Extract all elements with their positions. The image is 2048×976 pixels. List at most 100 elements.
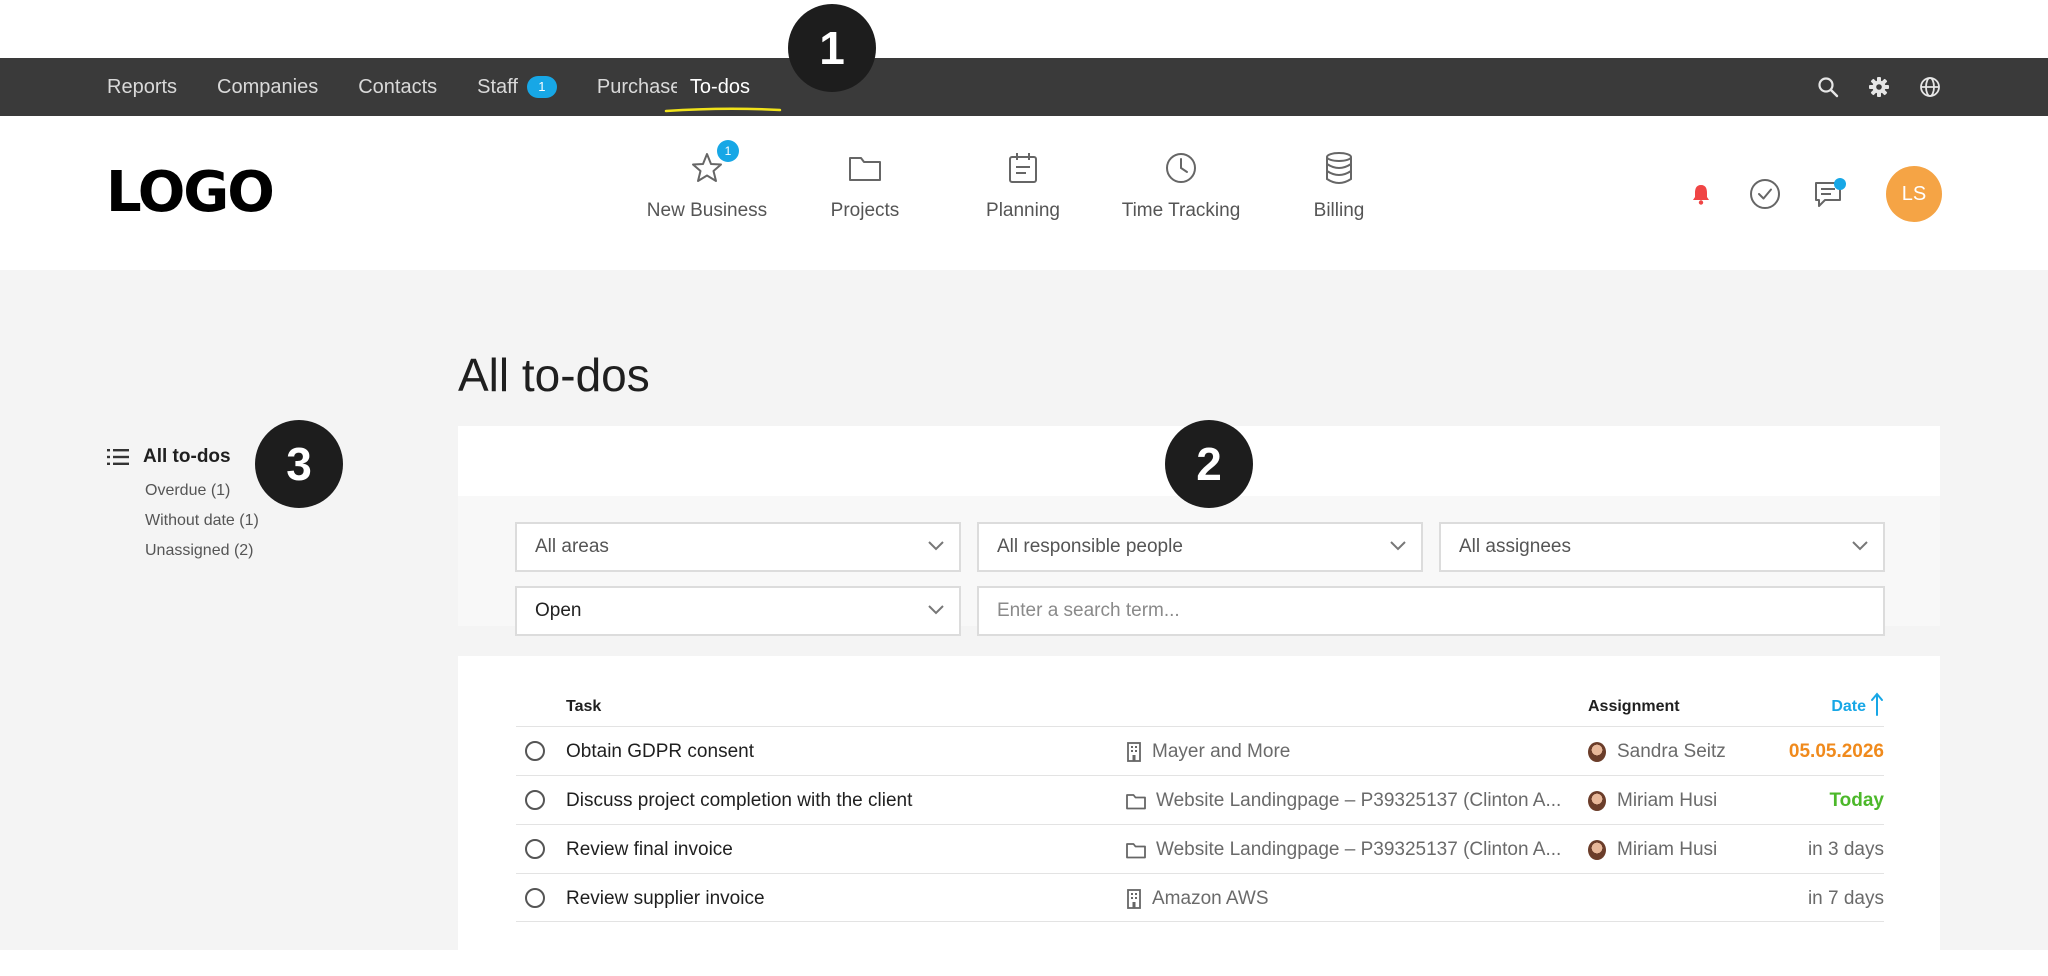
topnav-label: Companies (217, 75, 319, 98)
topnav-item-reports[interactable]: Reports (107, 76, 177, 99)
sidebar-item-overdue[interactable]: Overdue (1) (145, 482, 259, 500)
sort-arrow-up-icon (1871, 692, 1883, 716)
header-actions: LS (1654, 166, 1942, 222)
task-assignee[interactable]: Sandra Seitz (1588, 741, 1726, 763)
topnav-label: Contacts (358, 75, 438, 98)
topnav-item-todos[interactable]: To-dos (664, 76, 782, 112)
page-title: All to-dos (458, 349, 650, 401)
filter-panel: All areas All responsible people All ass… (458, 496, 1940, 636)
highlight-underline (664, 106, 782, 112)
project-name: Amazon AWS (1152, 888, 1269, 909)
search-input[interactable] (977, 586, 1885, 636)
building-icon (1127, 742, 1141, 762)
areas-select[interactable]: All areas (515, 522, 961, 572)
topnav-label: Staff (477, 75, 518, 98)
top-nav: Reports Companies Contacts Staff 1 Purcha… (107, 58, 790, 116)
topnav-item-staff[interactable]: Staff 1 (477, 76, 557, 99)
task-title[interactable]: Discuss project completion with the clie… (566, 790, 912, 812)
complete-checkbox[interactable] (525, 790, 545, 810)
table-header: Task Assignment Date (516, 692, 1884, 722)
complete-checkbox[interactable] (525, 839, 545, 859)
complete-checkbox[interactable] (525, 741, 545, 761)
annotation-marker-1: 1 (788, 4, 876, 92)
project-name: Mayer and More (1152, 741, 1291, 762)
task-title[interactable]: Review supplier invoice (566, 888, 765, 910)
chevron-down-icon (928, 541, 944, 551)
gear-icon[interactable] (1867, 75, 1891, 99)
folder-icon (1126, 794, 1146, 810)
nav-planning[interactable]: Planning (944, 150, 1102, 222)
list-icon (107, 449, 129, 465)
nav-label: Billing (1313, 200, 1365, 221)
select-value: Open (535, 600, 582, 621)
responsible-select[interactable]: All responsible people (977, 522, 1423, 572)
annotation-marker-2: 2 (1165, 420, 1253, 508)
task-date: in 7 days (1807, 888, 1884, 909)
column-date[interactable]: Date (1831, 692, 1884, 716)
project-name: Website Landingpage – P39325137 (Clinton… (1156, 790, 1562, 811)
task-title[interactable]: Review final invoice (566, 839, 733, 861)
staff-count-badge: 1 (526, 76, 557, 98)
sidebar: All to-dos Overdue (1) Without date (1) … (107, 446, 259, 560)
chevron-down-icon (1852, 541, 1868, 551)
topnav-label: Purchase (596, 75, 677, 98)
chat-icon[interactable] (1812, 177, 1846, 211)
header: LOGO 1 New Business Projects Planning Ti… (0, 116, 2048, 270)
task-project[interactable]: Mayer and More (1126, 741, 1290, 763)
sidebar-item-unassigned[interactable]: Unassigned (2) (145, 542, 259, 560)
chevron-down-icon (1390, 541, 1406, 551)
sidebar-title: All to-dos (143, 446, 231, 467)
content-area: All to-dos Overdue (1) Without date (1) … (0, 270, 2048, 950)
column-assignment[interactable]: Assignment (1588, 698, 1680, 716)
topnav-item-contacts[interactable]: Contacts (358, 76, 437, 99)
table-row[interactable]: Review final invoice Website Landingpage… (516, 824, 1884, 873)
task-date: Today (1829, 790, 1884, 811)
avatar (1588, 840, 1606, 860)
status-select[interactable]: Open (515, 586, 961, 636)
project-name: Website Landingpage – P39325137 (Clinton… (1156, 839, 1562, 860)
sidebar-item-without-date[interactable]: Without date (1) (145, 512, 259, 530)
topnav-item-companies[interactable]: Companies (217, 76, 318, 99)
page: Reports Companies Contacts Staff 1 Purcha… (0, 0, 2048, 976)
folder-icon (847, 150, 883, 186)
nav-billing[interactable]: Billing (1260, 150, 1418, 222)
topnav-item-purchase[interactable]: Purchase (597, 76, 677, 99)
nav-label: New Business (646, 200, 768, 221)
nav-projects[interactable]: Projects (786, 150, 944, 222)
table-row[interactable]: Review supplier invoice Amazon AWS in 7 … (516, 873, 1884, 922)
globe-icon[interactable] (1918, 75, 1942, 99)
task-assignee[interactable]: Miriam Husi (1588, 790, 1717, 812)
column-task[interactable]: Task (566, 698, 601, 716)
logo[interactable]: LOGO (106, 160, 275, 225)
task-project[interactable]: Amazon AWS (1126, 888, 1269, 910)
sidebar-item-all-todos[interactable]: All to-dos (107, 446, 259, 468)
nav-time-tracking[interactable]: Time Tracking (1102, 150, 1260, 222)
bell-icon[interactable] (1684, 177, 1718, 211)
database-icon (1321, 150, 1357, 186)
chat-notification-dot (1834, 178, 1846, 190)
nav-label: Projects (830, 200, 900, 221)
assignees-select[interactable]: All assignees (1439, 522, 1885, 572)
select-value: All assignees (1459, 536, 1571, 557)
table-row[interactable]: Obtain GDPR consent Mayer and More Sandr… (516, 726, 1884, 775)
calendar-icon (1005, 150, 1041, 186)
annotation-marker-3: 3 (255, 420, 343, 508)
search-icon[interactable] (1816, 75, 1840, 99)
check-circle-icon[interactable] (1748, 177, 1782, 211)
table-row[interactable]: Discuss project completion with the clie… (516, 775, 1884, 824)
task-assignee[interactable]: Miriam Husi (1588, 839, 1717, 861)
star-icon: 1 (689, 140, 739, 186)
select-value: All responsible people (997, 536, 1183, 557)
user-avatar[interactable]: LS (1886, 166, 1942, 222)
folder-icon (1126, 843, 1146, 859)
nav-new-business[interactable]: 1 New Business (628, 140, 786, 222)
avatar (1588, 742, 1606, 762)
assignee-name: Sandra Seitz (1617, 741, 1726, 762)
task-title[interactable]: Obtain GDPR consent (566, 741, 754, 763)
task-project[interactable]: Website Landingpage – P39325137 (Clinton… (1126, 790, 1561, 812)
building-icon (1127, 889, 1141, 909)
topnav-label: Reports (107, 75, 178, 98)
task-project[interactable]: Website Landingpage – P39325137 (Clinton… (1126, 839, 1561, 861)
complete-checkbox[interactable] (525, 888, 545, 908)
avatar (1588, 791, 1606, 811)
